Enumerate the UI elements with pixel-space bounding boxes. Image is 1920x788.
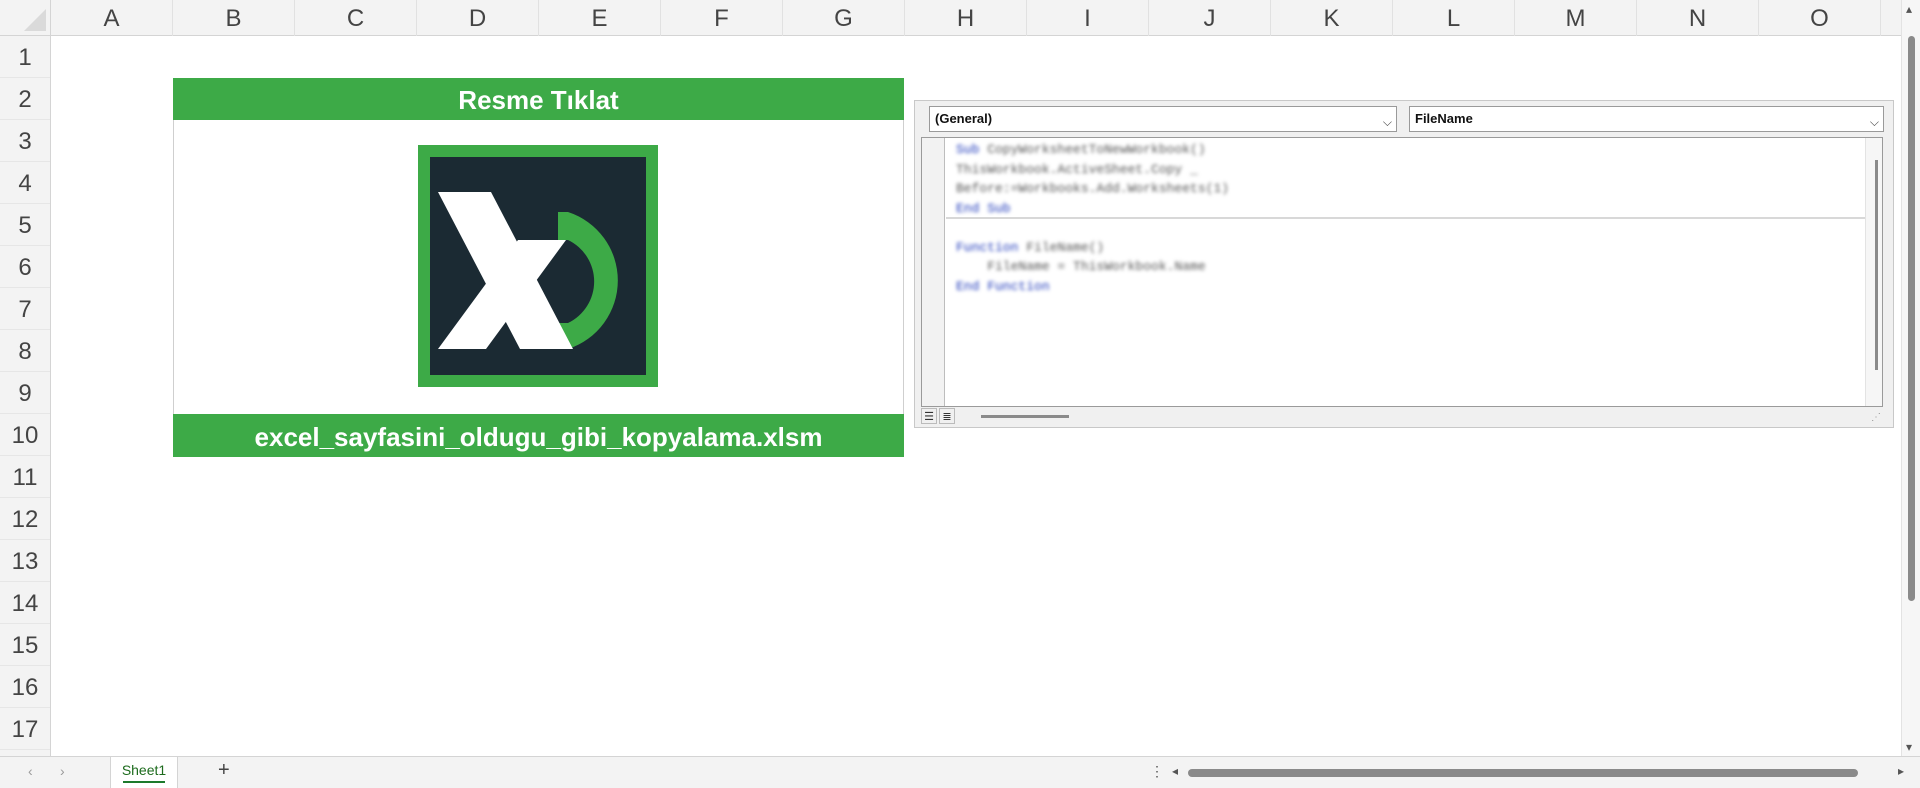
row-header[interactable]: 4 [0,162,50,204]
row-header[interactable]: 7 [0,288,50,330]
full-module-view-icon[interactable]: ≣ [939,408,955,424]
horizontal-scroll-thumb[interactable] [1188,769,1858,777]
procedure-view-icon[interactable]: ☰ [921,408,937,424]
column-header[interactable]: B [173,0,295,36]
row-header[interactable]: 9 [0,372,50,414]
scroll-up-icon[interactable]: ▴ [1906,2,1912,16]
vertical-scrollbar[interactable]: ▴ ▾ [1901,0,1920,756]
scroll-right-icon[interactable]: ▸ [1898,764,1904,778]
code-horizontal-scrollbar[interactable] [981,415,1069,418]
resize-grip-icon[interactable]: ⋰ [1871,412,1881,423]
row-header[interactable]: 10 [0,414,50,456]
row-header[interactable]: 14 [0,582,50,624]
code-line: ThisWorkbook.ActiveSheet.Copy _ [956,161,1198,177]
procedure-dropdown-value: FileName [1415,111,1473,126]
code-vertical-scrollbar[interactable] [1865,138,1882,406]
xd-logo-icon[interactable] [418,145,658,387]
column-header[interactable]: A [51,0,173,36]
prev-sheet-icon[interactable]: ‹ [28,763,33,779]
sheet-tab-bar: ‹ › Sheet1 + ⋮ ◂ ▸ [0,756,1920,788]
row-header[interactable]: 15 [0,624,50,666]
banner-title[interactable]: Resme Tıklat [173,78,904,120]
row-header[interactable]: 11 [0,456,50,498]
banner-filename[interactable]: excel_sayfasini_oldugu_gibi_kopyalama.xl… [173,414,904,457]
vba-code-window: (General) ⌵ FileName ⌵ Sub CopyWorksheet… [914,100,1894,428]
procedure-dropdown[interactable]: FileName ⌵ [1409,106,1884,132]
column-header[interactable]: K [1271,0,1393,36]
row-header[interactable]: 1 [0,36,50,78]
row-header[interactable]: 13 [0,540,50,582]
code-line: Sub CopyWorksheetToNewWorkbook() [956,142,1206,157]
select-all-corner[interactable] [0,0,51,36]
object-dropdown[interactable]: (General) ⌵ [929,106,1397,132]
row-header[interactable]: 17 [0,708,50,750]
row-header[interactable]: 16 [0,666,50,708]
code-line: End Sub [956,200,1011,216]
vertical-scroll-thumb[interactable] [1908,36,1915,601]
code-bottom-bar: ☰ ≣ ⋰ [921,407,1883,425]
procedure-separator [946,217,1866,219]
column-header[interactable]: G [783,0,905,36]
more-options-icon[interactable]: ⋮ [1150,763,1164,780]
spreadsheet: ABCDEFGHIJKLMNO 1 2 3 4 5 6 7 8 9 10 11 12 13 14 15 16 1… [0,0,1920,788]
column-header[interactable]: O [1759,0,1881,36]
column-header[interactable]: D [417,0,539,36]
code-line: End Function [956,278,1050,294]
object-dropdown-value: (General) [935,111,993,126]
column-header[interactable]: I [1027,0,1149,36]
code-line: Before:=Workbooks.Add.Worksheets(1) [956,181,1230,196]
code-line: FileName = ThisWorkbook.Name [956,259,1206,274]
row-header[interactable]: 6 [0,246,50,288]
code-line: Function FileName() [956,239,1105,255]
column-header[interactable]: J [1149,0,1271,36]
column-header[interactable]: M [1515,0,1637,36]
column-header[interactable]: F [661,0,783,36]
column-headers: ABCDEFGHIJKLMNO [51,0,1901,36]
row-header[interactable]: 8 [0,330,50,372]
code-pane[interactable]: Sub CopyWorksheetToNewWorkbook() ThisWork… [921,137,1883,407]
row-header[interactable]: 3 [0,120,50,162]
sheet-tab-label: Sheet1 [121,762,167,778]
column-header[interactable]: C [295,0,417,36]
column-header[interactable]: L [1393,0,1515,36]
row-header[interactable]: 5 [0,204,50,246]
scroll-down-icon[interactable]: ▾ [1906,740,1912,754]
column-header[interactable]: E [539,0,661,36]
chevron-down-icon: ⌵ [1869,115,1879,129]
row-header[interactable]: 12 [0,498,50,540]
add-sheet-button[interactable]: + [218,759,230,782]
column-header[interactable]: H [905,0,1027,36]
column-header[interactable]: N [1637,0,1759,36]
next-sheet-icon[interactable]: › [60,763,65,779]
margin-indicator-bar [922,138,945,406]
horizontal-scrollbar[interactable]: ◂ ▸ [1172,764,1904,780]
row-header[interactable]: 2 [0,78,50,120]
row-headers: 1 2 3 4 5 6 7 8 9 10 11 12 13 14 15 16 17 [0,36,51,756]
scroll-left-icon[interactable]: ◂ [1172,764,1178,778]
sheet-tab[interactable]: Sheet1 [110,757,178,788]
chevron-down-icon: ⌵ [1382,115,1392,129]
